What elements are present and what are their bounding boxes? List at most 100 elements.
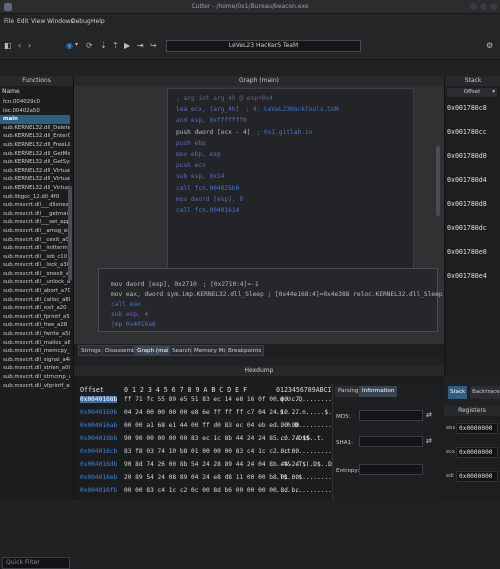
back-icon[interactable]: ‹	[18, 41, 21, 50]
maximize-button[interactable]	[480, 3, 487, 10]
disasm-line[interactable]: call fcn.004025b0	[176, 185, 239, 192]
hex-bytes[interactable]: 00 00 83 c4 1c c2 0c 00 8d b6 00 00 00 0…	[124, 487, 299, 494]
function-item[interactable]: fcn.004029c0	[0, 98, 70, 107]
function-item[interactable]: sub.msvcrt.dll___getmainarg	[0, 210, 70, 219]
function-item[interactable]: sub.msvcrt.dll__unlock_a40	[0, 278, 70, 287]
menu-debug[interactable]: Debug	[71, 18, 91, 25]
close-button[interactable]	[490, 3, 497, 10]
hex-offset[interactable]: 0x004016fb	[80, 487, 117, 494]
graph-scrollbar[interactable]	[436, 146, 440, 216]
graph-block-loop[interactable]: mov dword [esp], 0x2710; [0x2710:4]=-1 mo…	[98, 268, 443, 332]
hex-offset[interactable]: 0x004016bb	[80, 435, 117, 442]
step-into-icon[interactable]: ⇣	[100, 41, 107, 50]
hex-ascii[interactable]: .$.....n.....$.'	[276, 409, 336, 416]
disasm-line[interactable]: sub esp, 4	[111, 311, 148, 318]
hex-ascii[interactable]: ................	[276, 487, 336, 494]
function-item[interactable]: sub.msvcrt.dll_memcpy_9f0	[0, 347, 70, 356]
function-item[interactable]: sub.msvcrt.dll_malloc_a60	[0, 339, 70, 348]
register-value-field[interactable]: 0x0000000	[456, 447, 498, 458]
tab-information[interactable]: Information	[359, 386, 398, 397]
disasm-line[interactable]: sub esp, 0x14	[176, 173, 224, 180]
hex-bytes[interactable]: 90 8d 74 26 00 8b 54 24 28 89 44 24 04 8…	[124, 461, 299, 468]
copy-md5-icon[interactable]: ⇄	[426, 411, 432, 419]
settings-icon[interactable]: ⚙	[486, 41, 493, 50]
stack-row[interactable]: 0x001780c8	[447, 104, 499, 112]
tab-stack[interactable]: Stack	[448, 386, 468, 399]
continue-icon[interactable]: ▶	[124, 41, 130, 50]
disasm-line[interactable]: mov ebp, esp	[176, 151, 221, 158]
function-item[interactable]: sub.msvcrt.dll_strlen_a00	[0, 364, 70, 373]
function-item[interactable]: sub.msvcrt.dll_abort_a70	[0, 287, 70, 296]
hex-ascii[interactable]: .T$...$........	[276, 474, 332, 481]
function-item[interactable]: sub.KERNEL32.dll_VirtualProt	[0, 175, 70, 184]
sha1-field[interactable]	[359, 436, 423, 447]
disasm-line[interactable]: lea ecx, [arg_4h] ; 4: LeVeL23HackTools.C…	[176, 106, 338, 113]
function-item[interactable]: sub.msvcrt.dll_signal_a48	[0, 356, 70, 365]
function-item[interactable]: sub.msvcrt.dll__cexit_a08	[0, 236, 70, 245]
disasm-line[interactable]: call eax	[111, 301, 141, 308]
function-item[interactable]: sub.msvcrt.dll__lock_a30	[0, 261, 70, 270]
function-item[interactable]: main	[0, 115, 70, 124]
hex-bytes[interactable]: ff 71 fc 55 89 e5 51 83 ec 14 e8 16 0f 0…	[124, 396, 299, 403]
tab-strings[interactable]: Strings	[78, 345, 104, 356]
function-item[interactable]: sub.msvcrt.dll_exit_a20	[0, 304, 70, 313]
quick-filter-input[interactable]: Quick Filter	[2, 557, 70, 569]
stack-row[interactable]: 0x001780e4	[447, 272, 499, 280]
hex-offset[interactable]: 0x0040169b	[80, 409, 117, 416]
hex-ascii[interactable]: ...t............	[276, 448, 336, 455]
run-until-icon[interactable]: ⇥	[137, 41, 144, 50]
graph-view[interactable]: ; arg int arg_4h @ esp+0x4 lea ecx, [arg_…	[74, 76, 444, 344]
function-item[interactable]: sub.msvcrt.dll_vfprintf_a68	[0, 382, 70, 391]
hex-bytes[interactable]: 00 00 a1 68 e1 44 00 ff d0 83 ec 04 eb e…	[124, 422, 299, 429]
hex-offset[interactable]: 0x0040168b	[80, 396, 118, 403]
stack-row[interactable]: 0x001780dc	[447, 224, 499, 232]
functions-scrollbar[interactable]	[68, 186, 72, 281]
register-value-field[interactable]: 0x0000000	[456, 471, 498, 482]
stack-row[interactable]: 0x001780cc	[447, 128, 499, 136]
tab-breakpoints[interactable]: Breakpoints	[225, 345, 265, 356]
function-item[interactable]: loc.00402a50	[0, 107, 70, 116]
function-item[interactable]: sub.KERNEL32.dll_GetSystem	[0, 158, 70, 167]
function-item[interactable]: sub.msvcrt.dll__amsg_exit_a	[0, 227, 70, 236]
hex-bytes[interactable]: 83 f8 03 74 10 b8 01 00 00 00 83 c4 1c c…	[124, 448, 299, 455]
function-item[interactable]: sub.libgcc_12.dll_4f0	[0, 193, 70, 202]
disasm-line[interactable]: mov eax, dword sym.imp.KERNEL32.dll_Slee…	[111, 291, 443, 298]
function-item[interactable]: sub.msvcrt.dll_fprintf_a58	[0, 313, 70, 322]
stack-row[interactable]: 0x001780d8	[447, 200, 499, 208]
menu-help[interactable]: Help	[91, 18, 105, 25]
functions-name-column[interactable]: Name	[2, 88, 20, 95]
hex-offset[interactable]: 0x004016db	[80, 461, 117, 468]
disasm-line[interactable]: mov dword [esp], 0	[176, 196, 243, 203]
function-item[interactable]: sub.KERNEL32.dll_GetModule	[0, 150, 70, 159]
hex-bytes[interactable]: 04 24 00 00 00 00 e8 6e ff ff ff c7 04 2…	[124, 409, 299, 416]
disasm-line[interactable]: jmp 0x4016a6	[111, 321, 156, 328]
function-item[interactable]: sub.KERNEL32.dll_EnterCritic	[0, 132, 70, 141]
hex-ascii[interactable]: .q.U..Q........	[276, 396, 332, 403]
step-instruction-icon[interactable]: ↪	[150, 41, 157, 50]
function-item[interactable]: sub.msvcrt.dll__onexit_a38	[0, 270, 70, 279]
stack-row[interactable]: 0x001780d0	[447, 152, 499, 160]
menu-windows[interactable]: Windows	[47, 18, 74, 25]
function-item[interactable]: sub.KERNEL32.dll_DeleteCriti	[0, 124, 70, 133]
hex-ascii[interactable]: ...h.D..........	[276, 422, 336, 429]
copy-sha1-icon[interactable]: ⇄	[426, 437, 432, 445]
menu-file[interactable]: File	[4, 18, 14, 25]
function-item[interactable]: sub.msvcrt.dll_free_a28	[0, 321, 70, 330]
disasm-line[interactable]: mov dword [esp], 0x2710 ; [0x2710:4]=-1	[111, 281, 259, 288]
step-out-icon[interactable]: ⇡	[112, 41, 119, 50]
debug-start-icon[interactable]: ◉	[66, 41, 73, 50]
disasm-line[interactable]: call fcn.00401614	[176, 207, 239, 214]
search-input[interactable]: LeVeL23 HacKerS TeaM	[166, 40, 361, 52]
stack-row[interactable]: 0x001780e0	[447, 248, 499, 256]
function-item[interactable]: sub.msvcrt.dll_calloc_a80	[0, 296, 70, 305]
function-item[interactable]: sub.KERNEL32.dll_FreeLibrary	[0, 141, 70, 150]
disasm-line[interactable]: ; arg int arg_4h @ esp+0x4	[176, 95, 273, 102]
tab-backtrace[interactable]: Backtrace	[470, 386, 500, 399]
tab-parsing[interactable]: Parsing	[335, 386, 362, 397]
hex-offset[interactable]: 0x004016eb	[80, 474, 117, 481]
function-item[interactable]: sub.msvcrt.dll_strncmp_a78	[0, 373, 70, 382]
hex-ascii[interactable]: ..t&..T$(.D$..D$	[276, 461, 336, 468]
hex-offset[interactable]: 0x004016cb	[80, 448, 117, 455]
register-value-field[interactable]: 0x0000000	[456, 423, 498, 434]
menu-edit[interactable]: Edit	[17, 18, 29, 25]
